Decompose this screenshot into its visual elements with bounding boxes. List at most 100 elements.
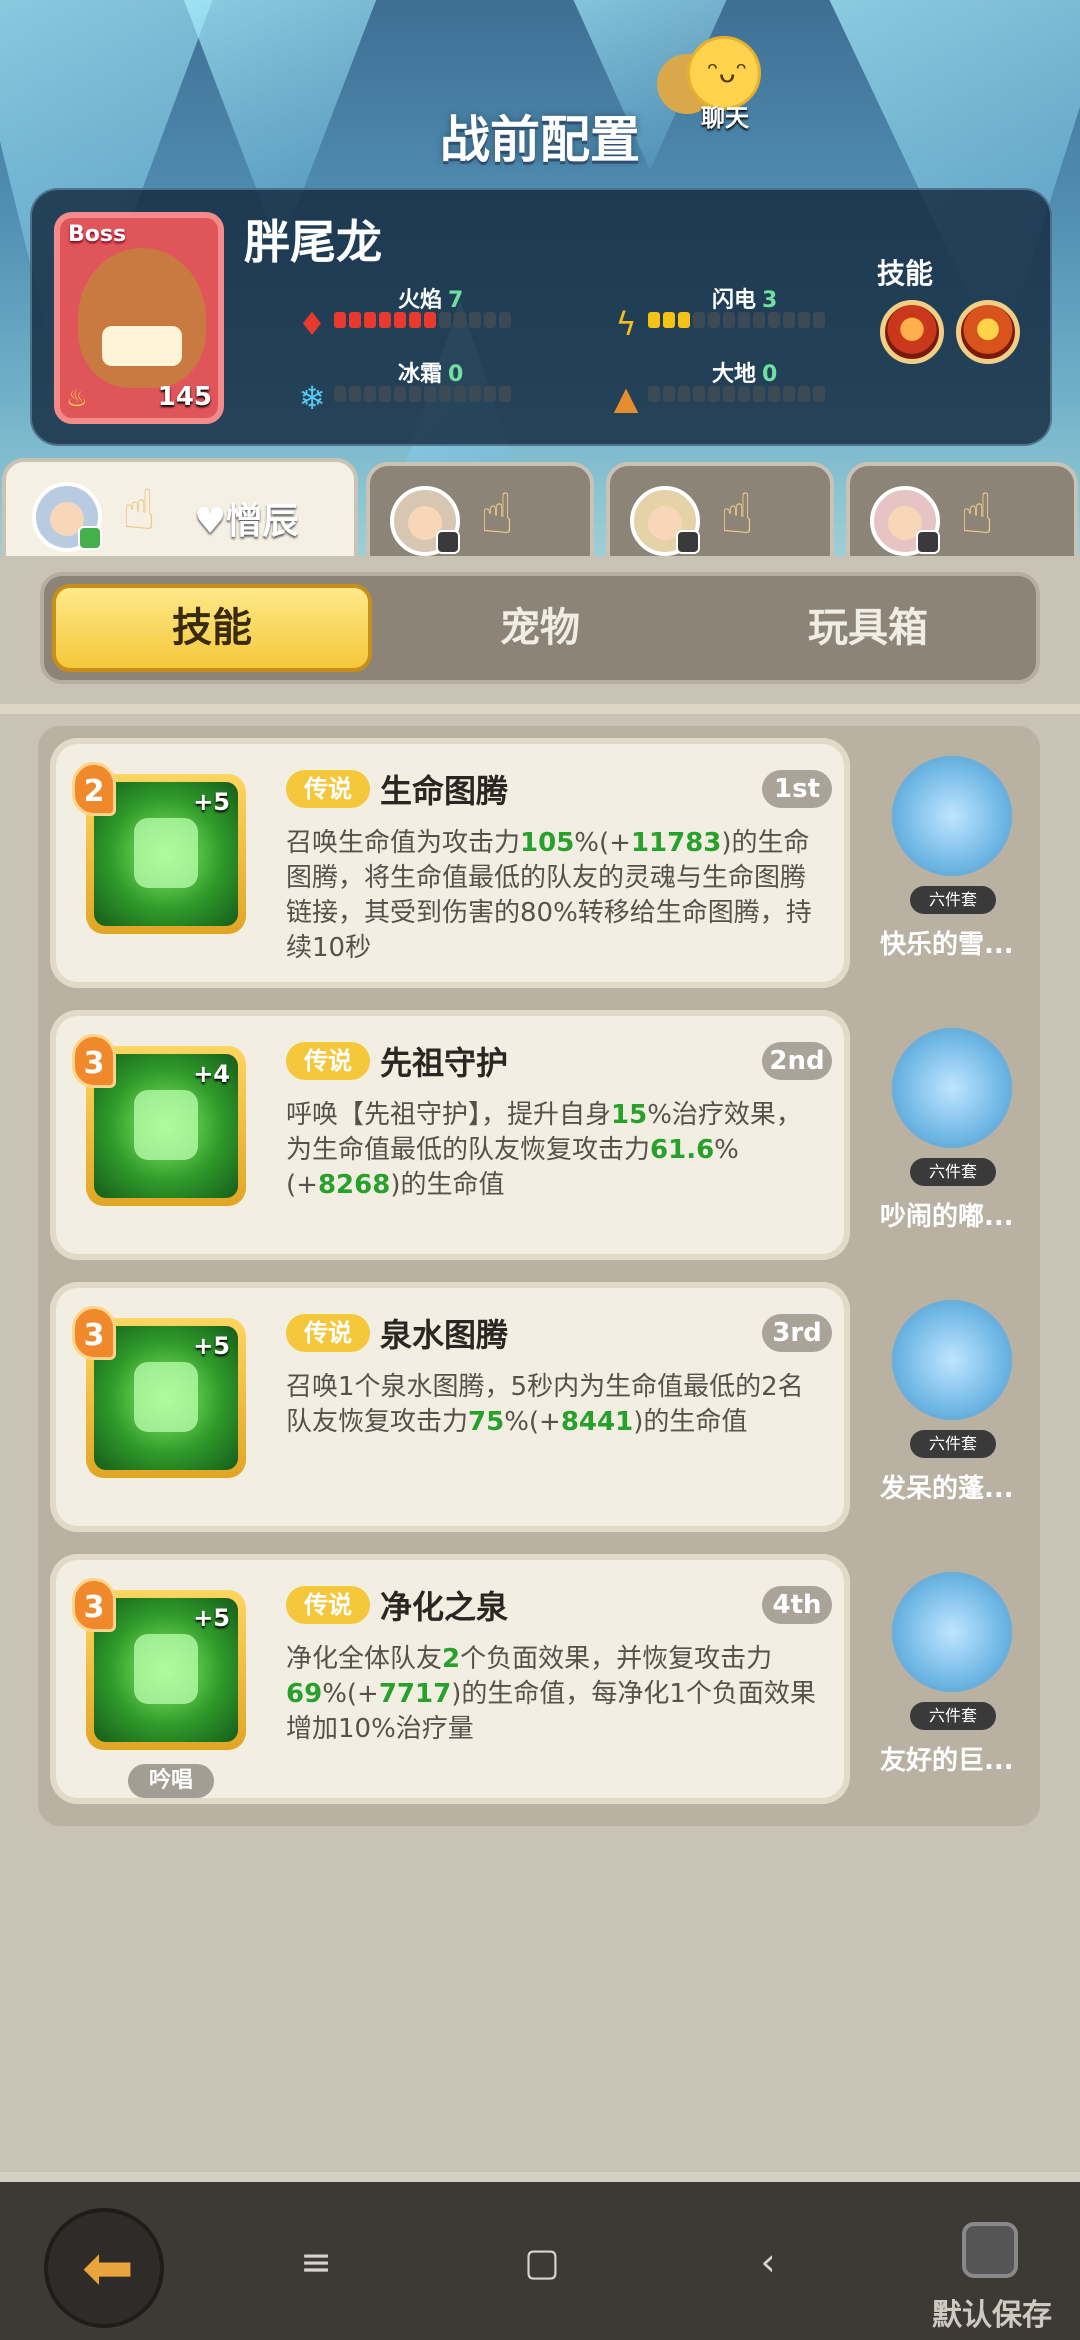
stat-fire: ♦ 火焰 7 bbox=[292, 282, 522, 343]
stat-bar-segment bbox=[334, 312, 346, 328]
pet-slot[interactable]: 六件套 快乐的雪... bbox=[874, 738, 1034, 988]
pet-badge-icon bbox=[436, 530, 460, 554]
pet-image bbox=[892, 756, 1012, 876]
stat-bar-segment bbox=[424, 386, 436, 402]
desc-text: )的生命值 bbox=[390, 1170, 505, 1200]
back-arrow-icon: ⬅ bbox=[82, 2231, 134, 2304]
skill-name: 泉水图腾 bbox=[380, 1316, 509, 1354]
skill-card[interactable]: +5 3 吟唱 传说 净化之泉 4th 净化全体队友2个负面效果，并恢复攻击力 69%(+77… bbox=[50, 1554, 850, 1804]
rarity-badge: 传说 bbox=[286, 1314, 370, 1352]
skill-description: 净化全体队友2个负面效果，并恢复攻击力69%(+7717)的生命值，每净化1个负… bbox=[286, 1642, 826, 1747]
desc-number: 105 bbox=[520, 828, 575, 858]
fire-icon: ♦ bbox=[297, 305, 327, 343]
stat-bar bbox=[648, 386, 825, 402]
tab-toybox[interactable]: 玩具箱 bbox=[708, 584, 1028, 672]
stat-bar-segment bbox=[439, 386, 451, 402]
stat-bar-segment bbox=[678, 386, 690, 402]
pet-slot[interactable]: 六件套 发呆的蓬... bbox=[874, 1282, 1034, 1532]
stat-bar-segment bbox=[753, 312, 765, 328]
back-button[interactable]: ⬅ bbox=[44, 2208, 164, 2328]
nav-back-icon[interactable]: ‹ bbox=[746, 2240, 790, 2284]
hero-tab-2[interactable]: ☝ bbox=[366, 462, 594, 562]
rarity-badge: 传说 bbox=[286, 770, 370, 808]
default-save-checkbox[interactable] bbox=[962, 2222, 1018, 2278]
skill-order-badge: 3rd bbox=[762, 1314, 832, 1352]
chat-label: 聊天 bbox=[701, 104, 749, 132]
stat-bar-segment bbox=[499, 386, 511, 402]
stat-bar-segment bbox=[349, 386, 361, 402]
stat-bar-segment bbox=[768, 386, 780, 402]
desc-number: 7717 bbox=[378, 1679, 452, 1709]
bottom-bar: ⬅ ≡ ▢ ‹ 默认保存 bbox=[0, 2172, 1080, 2340]
skill-order-badge: 2nd bbox=[762, 1042, 832, 1080]
stat-bar-segment bbox=[753, 386, 765, 402]
hero-avatar bbox=[870, 486, 940, 556]
hero-tab-1[interactable]: ☝ ♥憎辰 bbox=[2, 458, 358, 566]
skill-level-badge: 3 bbox=[72, 1306, 116, 1360]
boss-skills-label: 技能 bbox=[877, 257, 934, 290]
tab-skills[interactable]: 技能 bbox=[52, 584, 372, 672]
pet-image bbox=[892, 1300, 1012, 1420]
stat-bar bbox=[648, 312, 825, 328]
desc-number: 75 bbox=[468, 1407, 505, 1437]
stat-bar-segment bbox=[424, 312, 436, 328]
skill-card[interactable]: +4 3 传说 先祖守护 2nd 呼唤【先祖守护】，提升自身15%治疗效果，为生命值最低的… bbox=[50, 1010, 850, 1260]
skill-level-badge: 3 bbox=[72, 1034, 116, 1088]
stat-value: 3 bbox=[762, 288, 778, 313]
smile-face-icon: ᵔᴗᵔ bbox=[707, 56, 748, 89]
boss-skill-flame-icon[interactable] bbox=[956, 300, 1020, 364]
stat-bar-segment bbox=[648, 386, 660, 402]
pet-badge-icon bbox=[676, 530, 700, 554]
desc-number: 15 bbox=[611, 1100, 648, 1130]
stat-bar-segment bbox=[678, 312, 690, 328]
stat-bar-segment bbox=[723, 386, 735, 402]
stat-bar-segment bbox=[349, 312, 361, 328]
stat-value: 0 bbox=[448, 362, 464, 387]
stat-bar-segment bbox=[364, 312, 376, 328]
skill-card[interactable]: +5 3 传说 泉水图腾 3rd 召唤1个泉水图腾，5秒内为生命值最低的2名队友恢复攻击力… bbox=[50, 1282, 850, 1532]
chant-badge: 吟唱 bbox=[128, 1764, 214, 1798]
tap-hand-icon: ☝ bbox=[122, 478, 157, 543]
skill-card[interactable]: +5 2 传说 生命图腾 1st 召唤生命值为攻击力105%(+11783)的生命图腾，将… bbox=[50, 738, 850, 988]
skill-level-badge: 2 bbox=[72, 762, 116, 816]
stat-frost: ❄ 冰霜 0 bbox=[292, 356, 522, 417]
hero-tab-3[interactable]: ☝ bbox=[606, 462, 834, 562]
skill-name: 生命图腾 bbox=[380, 772, 509, 810]
boss-tag: Boss bbox=[68, 222, 127, 247]
hero-name: ♥憎辰 bbox=[194, 501, 299, 542]
tap-hand-icon: ☝ bbox=[480, 482, 515, 547]
stat-bar-segment bbox=[394, 386, 406, 402]
skill-order-badge: 1st bbox=[762, 770, 832, 808]
stat-bar-segment bbox=[454, 386, 466, 402]
boss-skill-fire-icon[interactable] bbox=[880, 300, 944, 364]
menu-icon[interactable]: ≡ bbox=[294, 2240, 338, 2284]
stat-bar-segment bbox=[499, 312, 511, 328]
chat-button[interactable]: ᵔᴗᵔ 聊天 bbox=[655, 28, 765, 132]
hero-tab-4[interactable]: ☝ bbox=[846, 462, 1078, 562]
skill-description: 呼唤【先祖守护】，提升自身15%治疗效果，为生命值最低的队友恢复攻击力61.6%… bbox=[286, 1098, 826, 1203]
desc-number: 2 bbox=[442, 1644, 461, 1674]
pet-slot[interactable]: 六件套 友好的巨... bbox=[874, 1554, 1034, 1804]
stat-bar-segment bbox=[379, 312, 391, 328]
stat-bar-segment bbox=[484, 312, 496, 328]
stat-bar-segment bbox=[708, 312, 720, 328]
desc-text: 呼唤【先祖守护】，提升自身 bbox=[286, 1100, 612, 1130]
hero-avatar bbox=[32, 482, 102, 552]
rarity-badge: 传说 bbox=[286, 1042, 370, 1080]
boss-portrait[interactable]: Boss ♨ 145 bbox=[54, 212, 224, 424]
earth-icon: ▲ bbox=[613, 379, 639, 417]
pet-name: 发呆的蓬... bbox=[880, 1474, 1014, 1504]
stat-bar-segment bbox=[708, 386, 720, 402]
tab-pets[interactable]: 宠物 bbox=[380, 584, 700, 672]
stat-label: 大地 bbox=[712, 362, 757, 387]
hero-avatar bbox=[630, 486, 700, 556]
skill-plus: +5 bbox=[193, 1604, 230, 1632]
skill-name: 净化之泉 bbox=[380, 1588, 509, 1626]
home-square-icon[interactable]: ▢ bbox=[520, 2240, 564, 2284]
frost-icon: ❄ bbox=[298, 379, 326, 417]
stat-bar-segment bbox=[798, 312, 810, 328]
stat-bar bbox=[334, 386, 511, 402]
stat-bar-segment bbox=[484, 386, 496, 402]
boss-level: 145 bbox=[157, 382, 212, 412]
pet-slot[interactable]: 六件套 吵闹的嘟... bbox=[874, 1010, 1034, 1260]
